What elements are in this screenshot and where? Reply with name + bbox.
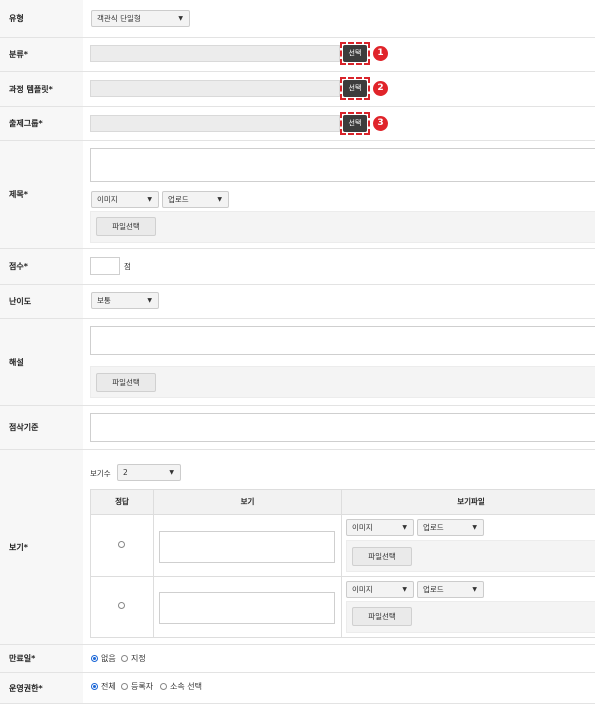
option-count-label: 보기수 [90,469,111,478]
group-input[interactable] [90,115,340,132]
permission-option-affiliation: 소속 선택 [170,682,202,691]
title-file-button[interactable]: 파일선택 [96,217,156,236]
header-answer: 정답 [90,489,154,515]
template-select-button[interactable]: 선택 [343,80,367,97]
option-upload-select-1[interactable]: 업로드 ▼ [417,519,484,536]
explanation-row: 해설 파일선택 [0,319,595,406]
category-row: 분류* 선택 1 [0,38,595,72]
option-count-select[interactable]: 2 ▼ [117,464,181,481]
permission-radio-registrant[interactable] [121,683,128,690]
chevron-down-icon: ▼ [217,196,222,203]
title-input[interactable] [90,148,595,182]
permission-label: 운영권한* [0,673,83,703]
chevron-down-icon: ▼ [402,524,407,531]
chevron-down-icon: ▼ [402,586,407,593]
template-label: 과정 템플릿* [0,72,83,106]
criteria-label: 점삭기준 [0,406,83,449]
option-upload-select-2[interactable]: 업로드 ▼ [417,581,484,598]
expiry-row: 만료일* 없음 지정 [0,645,595,673]
permission-row: 운영권한* 전체 등록자 소속 선택 [0,673,595,704]
category-select-button[interactable]: 선택 [343,45,367,62]
expiry-option-set: 지정 [131,654,146,663]
permission-option-all: 전체 [101,682,116,691]
type-label: 유형 [0,0,83,37]
chevron-down-icon: ▼ [178,15,183,22]
score-row: 점수* 점 [0,249,595,285]
criteria-row: 점삭기준 [0,406,595,450]
title-media-select[interactable]: 이미지 ▼ [91,191,159,208]
group-row: 출제그룹* 선택 3 [0,107,595,141]
title-label: 제목* [0,141,83,248]
permission-radio-all[interactable] [91,683,98,690]
options-label: 보기* [0,450,83,644]
header-file: 보기파일 [341,489,595,515]
title-file-area [90,211,595,243]
criteria-input[interactable] [90,413,595,442]
option-media-select-1[interactable]: 이미지 ▼ [346,519,414,536]
option-file-button-1[interactable]: 파일선택 [352,547,412,566]
explanation-label: 해설 [0,319,83,405]
answer-radio-2[interactable] [118,602,125,609]
callout-badge-1: 1 [373,46,388,61]
expiry-radio-none[interactable] [91,655,98,662]
category-label: 분류* [0,38,83,71]
explanation-file-button[interactable]: 파일선택 [96,373,156,392]
title-row: 제목* 이미지 ▼ 업로드 ▼ 파일선택 [0,141,595,249]
callout-badge-3: 3 [373,116,388,131]
callout-badge-2: 2 [373,81,388,96]
group-select-button[interactable]: 선택 [343,115,367,132]
difficulty-select[interactable]: 보통 ▼ [91,292,159,309]
title-upload-select[interactable]: 업로드 ▼ [162,191,229,208]
group-label: 출제그룹* [0,107,83,140]
expiry-radio-set[interactable] [121,655,128,662]
type-select[interactable]: 객관식 단일형 ▼ [91,10,190,27]
expiry-label: 만료일* [0,645,83,672]
options-row: 보기* 보기수 2 ▼ 정답 보기 보기파일 이미지 ▼ 업로드 ▼ 파일선택 이미지… [0,450,595,645]
score-input[interactable] [90,257,120,275]
expiry-option-none: 없음 [101,654,116,663]
difficulty-label: 난이도 [0,285,83,318]
chevron-down-icon: ▼ [472,586,477,593]
permission-option-registrant: 등록자 [131,682,154,691]
type-row: 유형 객관식 단일형 ▼ [0,0,595,38]
explanation-input[interactable] [90,326,595,355]
chevron-down-icon: ▼ [472,524,477,531]
template-row: 과정 템플릿* 선택 2 [0,72,595,107]
permission-radio-affiliation[interactable] [160,683,167,690]
chevron-down-icon: ▼ [147,196,152,203]
header-option: 보기 [153,489,342,515]
answer-radio-1[interactable] [118,541,125,548]
score-unit: 점 [124,262,131,271]
template-input[interactable] [90,80,340,97]
score-label: 점수* [0,249,83,284]
explanation-file-area [90,366,595,398]
option-input-2[interactable] [159,592,335,624]
option-input-1[interactable] [159,531,335,563]
option-media-select-2[interactable]: 이미지 ▼ [346,581,414,598]
option-file-button-2[interactable]: 파일선택 [352,607,412,626]
chevron-down-icon: ▼ [147,297,152,304]
chevron-down-icon: ▼ [169,469,174,476]
category-input[interactable] [90,45,340,62]
difficulty-row: 난이도 보통 ▼ [0,285,595,319]
